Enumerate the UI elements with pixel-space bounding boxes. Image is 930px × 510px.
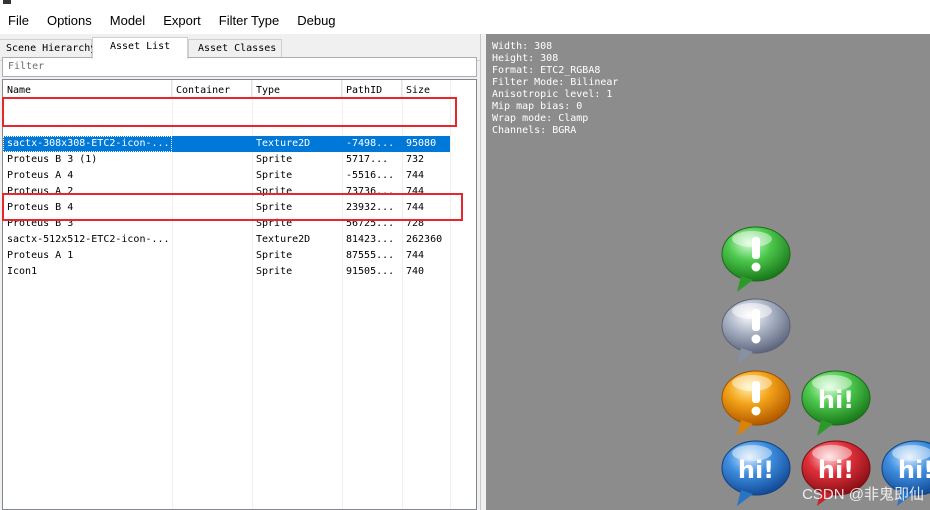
cell-type: Sprite [256,202,293,213]
titlebar-strip [0,0,930,8]
preview-panel: Width: 308 Height: 308 Format: ETC2_RGBA… [486,34,930,510]
tab-scene-hierarchy[interactable]: Scene Hierarchy [0,39,96,58]
cell-name: Proteus B 3 [7,218,74,229]
column-header-container[interactable]: Container [172,80,252,98]
cell-type: Sprite [256,218,293,229]
cell-size: 740 [406,266,425,277]
cell-size: 744 [406,186,425,197]
column-header-pathid[interactable]: PathID [342,80,402,98]
table-row[interactable]: sactx-308x308-ETC2-icon-... Texture2D -749… [3,136,452,152]
left-panel: Scene Hierarchy Asset List Asset Classes… [0,34,480,510]
orange-exclamation-bubble-icon [721,370,791,436]
info-width: Width: 308 [492,41,553,52]
cell-name: Proteus A 4 [7,170,74,181]
cell-pathid: -5516... [346,170,395,181]
column-header-size[interactable]: Size [402,80,452,98]
cell-container [172,264,252,280]
menu-export[interactable]: Export [154,10,210,32]
cell-pathid: 5717... [346,154,389,165]
cell-container [172,232,252,248]
cell-container [172,136,252,152]
tab-strip: Scene Hierarchy Asset List Asset Classes [0,37,480,61]
cell-pathid: 91505... [346,266,395,277]
cell-name: Proteus B 4 [7,202,74,213]
cell-type: Sprite [256,266,293,277]
info-format: Format: ETC2_RGBA8 [492,65,601,76]
cell-container [172,184,252,200]
green-hi-bubble-icon: hi! [801,370,871,436]
info-wrap-mode: Wrap mode: Clamp [492,113,589,124]
silver-exclamation-bubble-icon [721,298,791,364]
watermark: CSDN @非鬼即仙 [802,486,924,503]
cell-name: Proteus B 3 (1) [7,154,98,165]
menu-model[interactable]: Model [101,10,154,32]
cell-size: 728 [406,218,425,229]
table-row[interactable]: Icon1 Sprite 91505... 740 [3,264,452,280]
cell-pathid: 87555... [346,250,395,261]
cell-container [172,200,252,216]
info-height: Height: 308 [492,53,559,64]
cell-type: Texture2D [256,234,311,245]
menu-options[interactable]: Options [38,10,101,32]
menu-debug[interactable]: Debug [288,10,344,32]
cell-size: 744 [406,202,425,213]
filter-input[interactable]: Filter [2,57,477,77]
cell-type: Sprite [256,170,293,181]
cell-size: 744 [406,250,425,261]
cell-pathid: -7498... [346,138,395,149]
svg-text:hi!: hi! [818,386,854,414]
cell-size: 732 [406,154,425,165]
cell-pathid: 56725... [346,218,395,229]
column-header-type[interactable]: Type [252,80,342,98]
asset-list-view[interactable]: Name Container Type PathID Size sactx-30… [2,79,477,510]
table-row[interactable]: sactx-512x512-ETC2-icon-... Texture2D 8142… [3,232,452,248]
cell-type: Sprite [256,154,293,165]
info-channels: Channels: BGRA [492,125,577,136]
info-mip-bias: Mip map bias: 0 [492,101,583,112]
table-row[interactable]: Proteus B 3 (1) Sprite 5717... 732 [3,152,452,168]
cell-type: Texture2D [256,138,311,149]
cell-container [172,168,252,184]
cell-container [172,216,252,232]
cell-name: Proteus A 1 [7,250,74,261]
app-icon [3,0,11,4]
cell-name: sactx-308x308-ETC2-icon-... [3,136,172,152]
cell-container [172,152,252,168]
table-row[interactable]: Proteus A 1 Sprite 87555... 744 [3,248,452,264]
blue-hi-bubble-icon: hi! [721,440,791,506]
menu-bar: File Options Model Export Filter Type De… [0,8,930,34]
svg-text:hi!: hi! [738,456,774,484]
cell-size: 262360 [406,234,443,245]
table-row[interactable]: Proteus B 3 Sprite 56725... 728 [3,216,452,232]
svg-text:hi!: hi! [818,456,854,484]
cell-name: Icon1 [7,266,38,277]
green-exclamation-bubble-icon [721,226,791,292]
texture-info: Width: 308 Height: 308 Format: ETC2_RGBA… [492,41,618,137]
menu-filter-type[interactable]: Filter Type [210,10,288,32]
column-header-name[interactable]: Name [3,80,172,98]
cell-type: Sprite [256,186,293,197]
cell-size: 744 [406,170,425,181]
info-filter-mode: Filter Mode: Bilinear [492,77,619,88]
table-row[interactable]: Proteus B 4 Sprite 23932... 744 [3,200,452,216]
vertical-scrollbar[interactable] [450,80,476,509]
table-row[interactable]: Proteus A 4 Sprite -5516... 744 [3,168,452,184]
cell-name: Proteus A 2 [7,186,74,197]
cell-pathid: 23932... [346,202,395,213]
cell-pathid: 81423... [346,234,395,245]
cell-container [172,248,252,264]
tab-asset-list[interactable]: Asset List [92,37,188,59]
info-anisotropic: Anisotropic level: 1 [492,89,613,100]
menu-file[interactable]: File [0,10,38,32]
tab-asset-classes[interactable]: Asset Classes [188,39,282,58]
cell-size: 95080 [406,138,437,149]
cell-pathid: 73736... [346,186,395,197]
cell-name: sactx-512x512-ETC2-icon-... [7,234,170,245]
cell-type: Sprite [256,250,293,261]
svg-text:hi!: hi! [898,456,930,484]
table-row[interactable]: Proteus A 2 Sprite 73736... 744 [3,184,452,200]
